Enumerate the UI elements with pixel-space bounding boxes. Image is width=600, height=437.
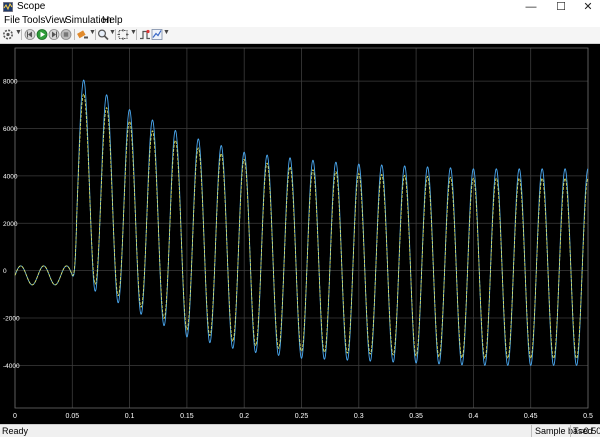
status-separator [531,425,532,437]
menu-help[interactable]: Help [102,15,123,26]
toolbar-separator [74,29,75,40]
x-tick-label: 0 [13,413,17,420]
minimize-button[interactable]: — [517,0,545,14]
zoom-icon[interactable] [97,28,109,41]
grid-lines [14,47,589,409]
triggers-icon[interactable] [139,28,151,41]
x-tick-label: 0.45 [524,413,538,420]
x-tick-label: 0.15 [180,413,194,420]
menu-view[interactable]: View [45,15,67,26]
menu-file[interactable]: File [4,15,20,26]
toolbar-separator [115,29,116,40]
status-ready: Ready [2,426,29,436]
maximize-button[interactable]: ☐ [547,0,575,14]
window-title: Scope [17,1,46,12]
stop-icon[interactable] [60,28,72,41]
scope-display[interactable]: 0 0.05 0.1 0.15 0.2 0.25 0.3 0.35 0.4 0.45 0.5 -400… [0,44,600,424]
status-separator [570,425,571,437]
y-tick-label: 2000 [3,221,18,228]
y-tick-label: -4000 [3,363,20,370]
scope-plot[interactable]: 0 0.05 0.1 0.15 0.2 0.25 0.3 0.35 0.4 0.45 0.5 -400… [0,44,600,424]
x-tick-label: 0.5 [583,413,593,420]
x-tick-label: 0.1 [125,413,135,420]
toolbar-separator [136,29,137,40]
toolbar-separator [95,29,96,40]
step-back-icon[interactable] [24,28,36,41]
status-bar: Ready Sample based T=0.500 [0,424,600,437]
step-forward-icon[interactable] [48,28,60,41]
measurements-dropdown-icon[interactable]: ▼ [163,29,170,36]
menu-tools[interactable]: Tools [22,15,45,26]
settings-icon[interactable] [2,28,14,41]
x-tick-label: 0.35 [409,413,423,420]
fit-to-view-icon[interactable] [117,28,129,41]
status-time: T=0.500 [573,426,600,436]
toolbar: ▼ ▼ ▼ ▼ ▼ [0,27,600,44]
toolbar-separator [21,29,22,40]
y-tick-label: 6000 [3,126,18,133]
y-tick-label: 4000 [3,173,18,180]
run-icon[interactable] [36,28,48,41]
scope-app-icon [3,2,13,12]
y-tick-label: -2000 [3,316,20,323]
y-tick-label: 0 [3,268,7,275]
title-bar: Scope — ☐ ✕ [0,0,600,14]
x-tick-label: 0.3 [354,413,364,420]
close-button[interactable]: ✕ [574,0,600,14]
x-tick-label: 0.05 [65,413,79,420]
menu-bar: File Tools View Simulation Help [0,14,600,27]
x-tick-label: 0.25 [295,413,309,420]
x-tick-label: 0.4 [469,413,479,420]
cursor-measurements-icon[interactable] [151,28,163,41]
x-tick-label: 0.2 [239,413,249,420]
highlight-icon[interactable] [77,28,89,41]
y-tick-label: 8000 [3,79,18,86]
